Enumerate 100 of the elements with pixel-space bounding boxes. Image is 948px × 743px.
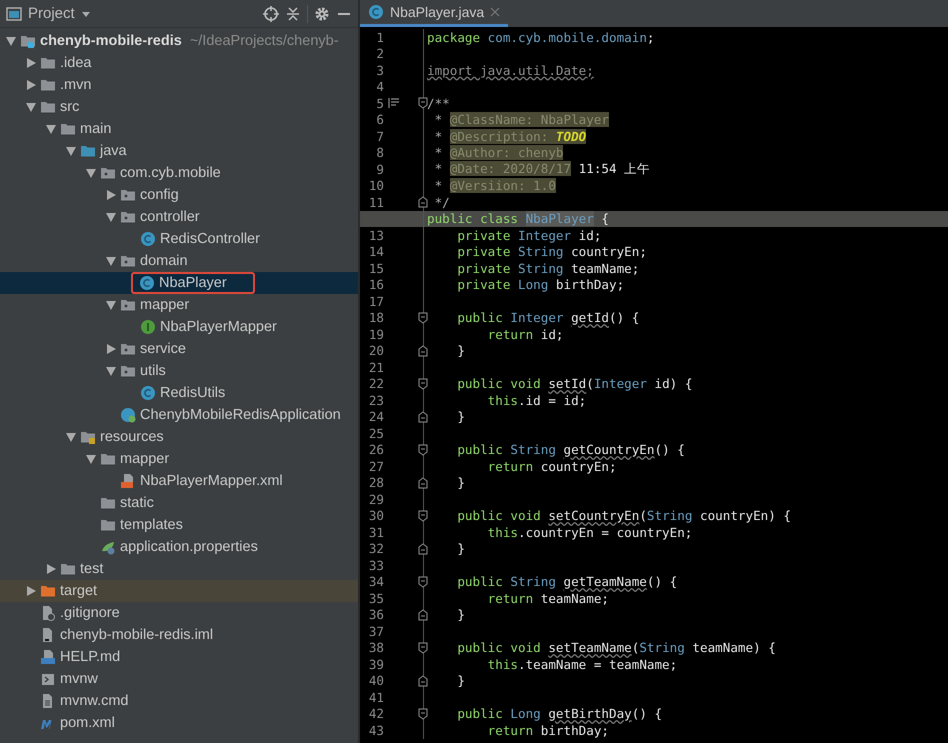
tree-item-label[interactable]: NbaPlayer	[159, 275, 227, 291]
tree-item-label[interactable]: com.cyb.mobile	[120, 165, 221, 181]
tree-row[interactable]: chenyb-mobile-redis.iml	[0, 624, 358, 646]
tree-row[interactable]: src	[0, 96, 358, 118]
tree-row[interactable]: main	[0, 118, 358, 140]
tree-item-label[interactable]: main	[80, 121, 112, 137]
expand-arrow-icon[interactable]	[45, 123, 57, 135]
unfold-end-icon[interactable]	[418, 476, 428, 489]
tree-item-label[interactable]: test	[80, 561, 104, 577]
tree-item-label[interactable]: pom.xml	[60, 715, 115, 731]
tree-item-label[interactable]: ChenybMobileRedisApplication	[140, 407, 341, 423]
tree-item-label[interactable]: config	[140, 187, 179, 203]
tree-row[interactable]: HELP.md	[0, 646, 358, 668]
tree-item-label[interactable]: resources	[100, 429, 164, 445]
tree-row[interactable]: RedisUtils	[0, 382, 358, 404]
tree-row[interactable]: resources	[0, 426, 358, 448]
tree-row[interactable]: test	[0, 558, 358, 580]
expand-arrow-icon[interactable]	[25, 101, 37, 113]
tree-item-label[interactable]: .mvn	[60, 77, 92, 93]
expand-arrow-icon[interactable]	[65, 431, 77, 443]
expand-arrow-icon[interactable]	[105, 299, 117, 311]
collapse-all-icon[interactable]	[285, 6, 301, 22]
unfold-end-icon[interactable]	[418, 674, 428, 687]
tree-item-label[interactable]: NbaPlayerMapper	[160, 319, 277, 335]
fold-icon[interactable]	[418, 97, 428, 110]
tree-item-label[interactable]: .idea	[60, 55, 92, 71]
tree-item-label[interactable]: mvnw.cmd	[60, 693, 128, 709]
tree-item-label[interactable]: HELP.md	[60, 649, 120, 665]
tree-item-label[interactable]: mvnw	[60, 671, 98, 687]
tree-row[interactable]: .gitignore	[0, 602, 358, 624]
tree-item-label[interactable]: target	[60, 583, 98, 599]
expand-arrow-icon[interactable]	[85, 167, 97, 179]
collapse-arrow-icon[interactable]	[105, 343, 117, 355]
tree-row[interactable]: NbaPlayerMapper.xml	[0, 470, 358, 492]
tree-item-label[interactable]: utils	[140, 363, 166, 379]
tree-item-label[interactable]: .gitignore	[60, 605, 120, 621]
tree-item-label[interactable]: java	[100, 143, 127, 159]
tree-row[interactable]: domain	[0, 250, 358, 272]
tree-item-label[interactable]: static	[120, 495, 154, 511]
tree-item-label[interactable]: application.properties	[120, 539, 258, 555]
tree-row[interactable]: pom.xml	[0, 712, 358, 734]
unfold-end-icon[interactable]	[418, 542, 428, 555]
tree-row[interactable]: mapper	[0, 294, 358, 316]
fold-icon[interactable]	[418, 642, 428, 654]
tree-row[interactable]: java	[0, 140, 358, 162]
tree-row[interactable]: .idea	[0, 52, 358, 74]
unfold-end-icon[interactable]	[418, 608, 428, 621]
tree-item-label[interactable]: NbaPlayerMapper.xml	[140, 473, 283, 489]
tree-item-label[interactable]: service	[140, 341, 186, 357]
tree-row[interactable]: RedisController	[0, 228, 358, 250]
collapse-arrow-icon[interactable]	[105, 189, 117, 201]
tree-item-label[interactable]: mapper	[120, 451, 170, 467]
expand-arrow-icon[interactable]	[105, 211, 117, 223]
tree-row[interactable]: com.cyb.mobile	[0, 162, 358, 184]
tree-row[interactable]: templates	[0, 514, 358, 536]
unfold-end-icon[interactable]	[418, 196, 428, 208]
tree-item-label[interactable]: RedisController	[160, 231, 260, 247]
tree-item-label[interactable]: RedisUtils	[160, 385, 226, 401]
fold-icon[interactable]	[418, 444, 428, 456]
tree-row[interactable]: .mvn	[0, 74, 358, 96]
fold-icon[interactable]	[418, 510, 428, 522]
tree-item-label[interactable]: chenyb-mobile-redis	[40, 33, 182, 49]
tree-row[interactable]: mvnw	[0, 668, 358, 690]
tree-row[interactable]: NbaPlayer	[0, 272, 358, 294]
crosshair-icon[interactable]	[263, 6, 279, 22]
fold-icon[interactable]	[418, 576, 428, 588]
tree-item-label[interactable]: controller	[140, 209, 200, 225]
fold-icon[interactable]	[418, 378, 428, 390]
tree-item-label[interactable]: mapper	[140, 297, 190, 313]
tree-item-label[interactable]: templates	[120, 517, 183, 533]
tree-row[interactable]: target	[0, 580, 358, 602]
fold-icon[interactable]	[418, 312, 428, 324]
tree-item-label[interactable]: domain	[140, 253, 188, 269]
tree-row[interactable]: mapper	[0, 448, 358, 470]
tree-row[interactable]: controller	[0, 206, 358, 228]
fold-icon[interactable]	[418, 708, 428, 720]
panel-title[interactable]: Project	[28, 5, 75, 22]
tree-row[interactable]: utils	[0, 360, 358, 382]
expand-arrow-icon[interactable]	[85, 453, 97, 465]
tree-row[interactable]: chenyb-mobile-redis ~/IdeaProjects/chenyb-	[0, 30, 358, 52]
tree-row[interactable]: NbaPlayerMapper	[0, 316, 358, 338]
tree-item-label[interactable]: src	[60, 99, 80, 115]
tree-row[interactable]: config	[0, 184, 358, 206]
expand-arrow-icon[interactable]	[5, 35, 17, 47]
collapse-arrow-icon[interactable]	[25, 57, 37, 69]
tree-row[interactable]: mvnw.cmd	[0, 690, 358, 712]
expand-arrow-icon[interactable]	[65, 145, 77, 157]
tree-row[interactable]: ChenybMobileRedisApplication	[0, 404, 358, 426]
tree-row[interactable]: static	[0, 492, 358, 514]
settings-icon[interactable]	[314, 6, 330, 22]
unfold-end-icon[interactable]	[418, 410, 428, 423]
unfold-end-icon[interactable]	[418, 344, 428, 357]
tree-row[interactable]: application.properties	[0, 536, 358, 558]
expand-arrow-icon[interactable]	[105, 255, 117, 267]
collapse-arrow-icon[interactable]	[45, 563, 57, 575]
tree-row[interactable]: service	[0, 338, 358, 360]
collapse-arrow-icon[interactable]	[25, 79, 37, 91]
collapse-arrow-icon[interactable]	[25, 585, 37, 597]
expand-arrow-icon[interactable]	[105, 365, 117, 377]
tree-item-label[interactable]: chenyb-mobile-redis.iml	[60, 627, 214, 643]
